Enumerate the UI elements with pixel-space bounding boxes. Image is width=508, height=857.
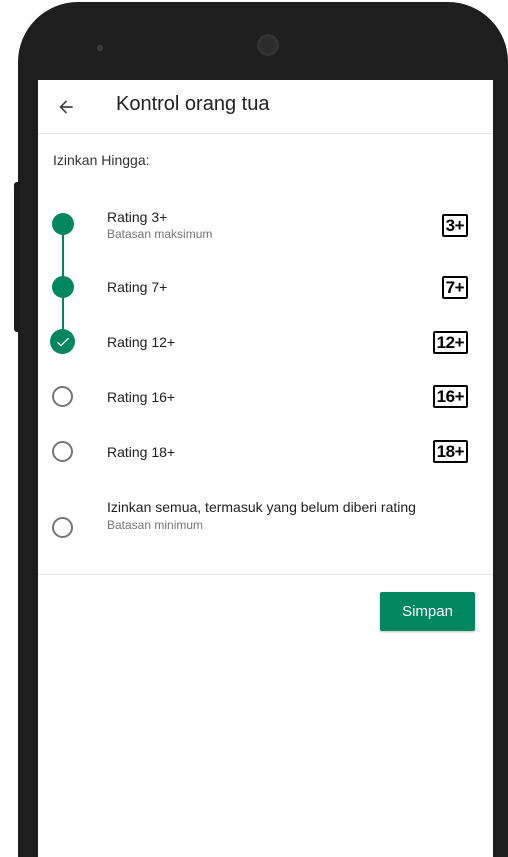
rating-badge-7: 7+	[441, 276, 468, 299]
included-dot	[50, 274, 75, 299]
radio-button[interactable]	[50, 439, 75, 464]
rating-badge-18: 18+	[432, 440, 468, 463]
radio-button[interactable]	[50, 384, 75, 409]
page-title: Kontrol orang tua	[116, 93, 270, 115]
check-circle-icon	[50, 329, 75, 354]
rating-option-all[interactable]: Izinkan semua, termasuk yang belum diber…	[38, 495, 493, 559]
back-button[interactable]	[50, 91, 82, 123]
save-button[interactable]: Simpan	[380, 592, 475, 631]
option-title: Rating 12+	[107, 334, 176, 350]
rating-option-16[interactable]: Rating 16+ 16+	[38, 376, 493, 416]
rating-option-3[interactable]: Rating 3+ Batasan maksimum 3+	[38, 204, 493, 244]
arrow-left-icon	[59, 100, 73, 114]
rating-badge-12: 12+	[432, 331, 468, 354]
option-subtitle: Batasan maksimum	[107, 227, 213, 241]
phone-side-button	[14, 182, 20, 332]
included-dot	[50, 211, 75, 236]
app-bar: Kontrol orang tua	[38, 80, 493, 134]
rating-badge-16: 16+	[432, 385, 468, 408]
rating-option-7[interactable]: Rating 7+ 7+	[38, 266, 493, 306]
screen: Kontrol orang tua Izinkan Hingga: Rating…	[38, 80, 493, 857]
radio-button[interactable]	[50, 515, 75, 540]
divider	[38, 574, 493, 575]
rating-option-12[interactable]: Rating 12+ 12+	[38, 321, 493, 361]
sensor-dot	[97, 45, 103, 51]
option-title: Rating 16+	[107, 389, 176, 405]
rating-badge-3: 3+	[441, 214, 468, 237]
option-title: Rating 18+	[107, 444, 176, 460]
front-camera	[257, 34, 279, 56]
option-title: Izinkan semua, termasuk yang belum diber…	[107, 499, 416, 515]
section-label: Izinkan Hingga:	[53, 152, 150, 168]
option-subtitle: Batasan minimum	[107, 518, 204, 532]
option-title: Rating 3+	[107, 209, 168, 225]
option-title: Rating 7+	[107, 279, 168, 295]
rating-option-18[interactable]: Rating 18+ 18+	[38, 431, 493, 471]
